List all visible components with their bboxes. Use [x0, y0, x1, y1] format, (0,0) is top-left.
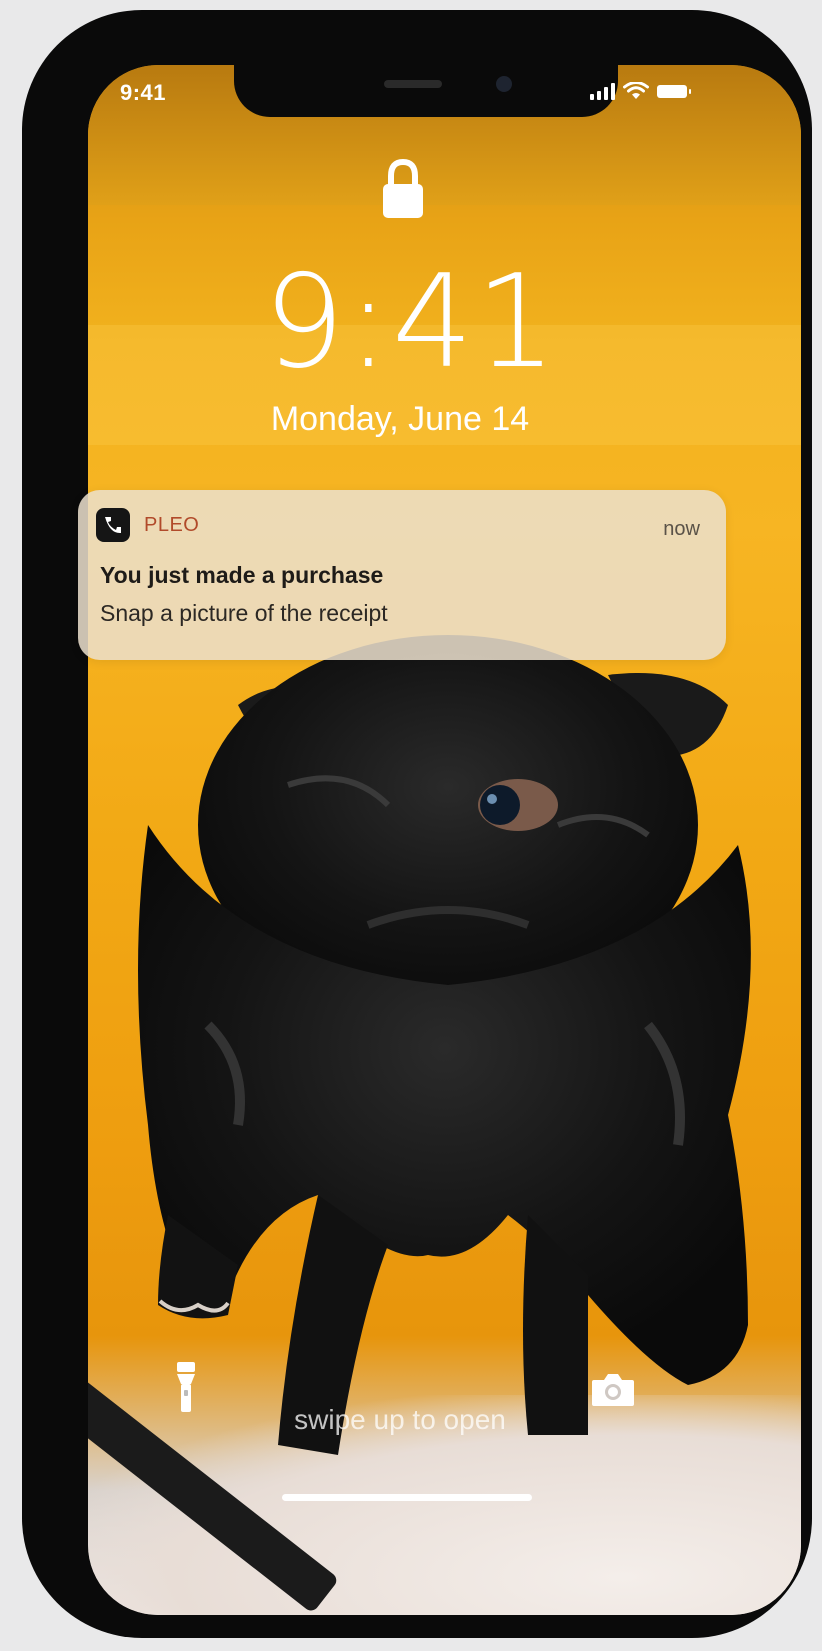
battery-icon: [657, 84, 691, 98]
home-indicator[interactable]: [282, 1494, 532, 1501]
camera-icon[interactable]: [590, 1372, 636, 1408]
cellular-signal-icon: [590, 82, 615, 100]
notification-app-name: PLEO: [144, 514, 200, 536]
wifi-icon: [623, 82, 649, 99]
notification-time: now: [663, 518, 700, 540]
lock-icon: [383, 158, 423, 218]
notification-body: Snap a picture of the receipt: [100, 600, 388, 626]
pleo-app-icon: [96, 508, 130, 542]
status-icons: [590, 82, 691, 100]
earpiece-speaker: [384, 80, 442, 88]
notification-title: You just made a purchase: [100, 562, 384, 588]
lock-screen-time: 9:41: [263, 248, 559, 397]
swipe-up-hint: swipe up to open: [294, 1404, 506, 1435]
front-camera: [496, 76, 512, 92]
notification-card[interactable]: PLEO now You just made a purchase Snap a…: [78, 490, 726, 660]
lock-screen-date: Monday, June 14: [270, 400, 530, 438]
status-time: 9:41: [120, 80, 167, 105]
notch: [234, 65, 618, 117]
